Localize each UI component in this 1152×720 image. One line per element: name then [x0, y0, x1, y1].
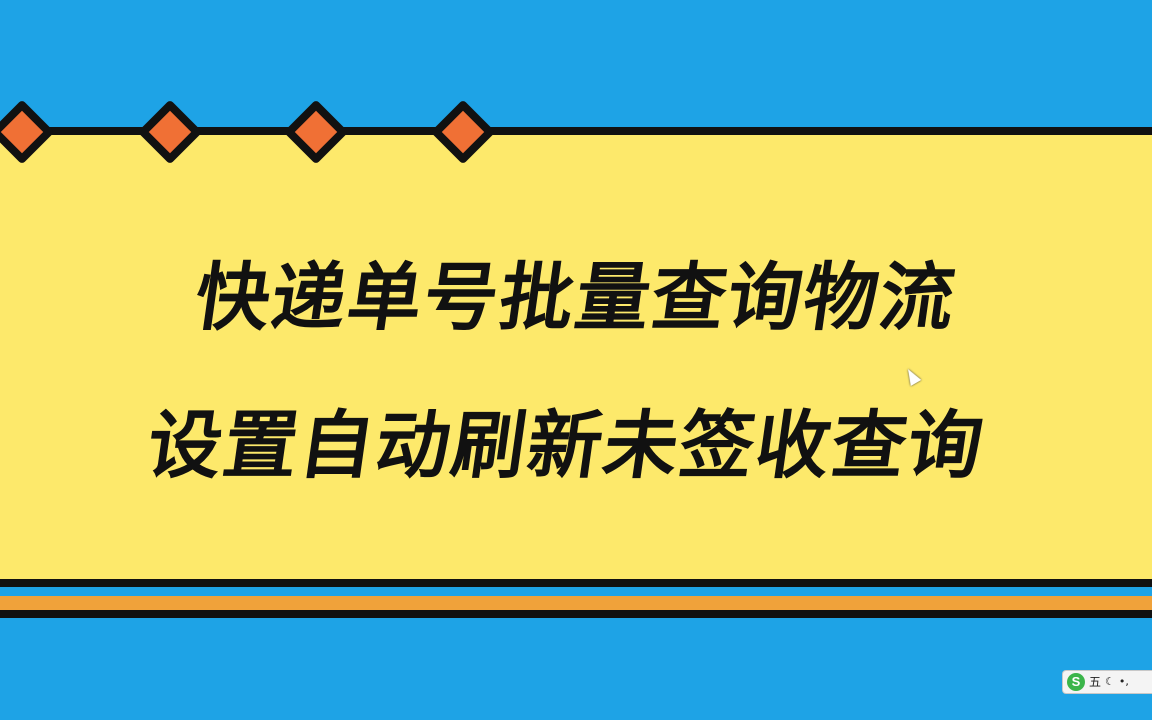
screen: 快递单号批量查询物流 设置自动刷新未签收查询 S 五 ☾ •,	[0, 0, 1152, 720]
orange-stripe	[0, 596, 1152, 610]
ime-toolbar[interactable]: S 五 ☾ •,	[1062, 670, 1152, 694]
banner-card	[0, 127, 1152, 587]
banner-title-line-2: 设置自动刷新未签收查询	[141, 403, 991, 489]
ime-mode-button[interactable]: 五	[1089, 673, 1101, 691]
banner-title-line-1: 快递单号批量查询物流	[189, 255, 963, 341]
punctuation-icon[interactable]: •,	[1119, 673, 1129, 691]
ime-logo-icon[interactable]: S	[1067, 673, 1085, 691]
black-stripe	[0, 610, 1152, 618]
moon-icon[interactable]: ☾	[1105, 673, 1115, 691]
